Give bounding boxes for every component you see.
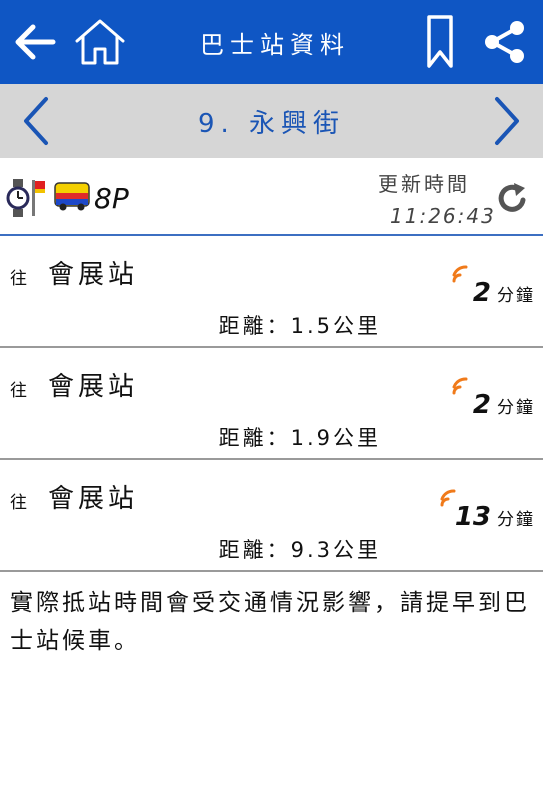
- back-button[interactable]: [6, 0, 62, 84]
- route-info: 8P 更新時間 11:26:43: [0, 158, 543, 236]
- back-arrow-icon: [15, 24, 56, 60]
- eta-unit: 分鐘: [497, 286, 535, 306]
- bookmark-button[interactable]: [418, 0, 462, 84]
- arrival-notice: 實際抵站時間會受交通情況影響，請提早到巴士站候車。: [10, 590, 530, 654]
- signal-icon: [452, 377, 468, 395]
- destination: 會展站: [48, 260, 139, 290]
- arrival-row: 往 會展站 13 分鐘 距離：9.3公里: [0, 460, 543, 572]
- bookmark-icon: [427, 15, 453, 68]
- home-icon: [75, 19, 125, 65]
- eta: 13 分鐘: [455, 502, 535, 532]
- next-stop-button[interactable]: [477, 84, 537, 158]
- home-button[interactable]: [70, 0, 130, 84]
- watch-icon: [6, 179, 30, 217]
- direction-label: 往: [10, 381, 27, 401]
- eta-minutes: 2: [472, 278, 491, 308]
- eta: 2 分鐘: [473, 390, 535, 420]
- update-time-label: 更新時間: [378, 172, 470, 196]
- destination: 會展站: [48, 372, 139, 402]
- eta-unit: 分鐘: [497, 398, 535, 418]
- distance: 距離：1.9公里: [218, 426, 381, 450]
- eta-minutes: 2: [472, 390, 491, 420]
- page-title: 巴士站資料: [200, 30, 350, 59]
- chevron-left-icon: [24, 97, 48, 145]
- eta-minutes: 13: [454, 502, 491, 532]
- arrival-row: 往 會展站 2 分鐘 距離：1.5公里: [0, 236, 543, 348]
- prev-stop-button[interactable]: [6, 84, 66, 158]
- distance: 距離：9.3公里: [218, 538, 381, 562]
- direction-label: 往: [10, 269, 27, 289]
- eta-unit: 分鐘: [497, 510, 535, 530]
- bus-icon: [54, 182, 90, 211]
- arrival-row: 往 會展站 2 分鐘 距離：1.9公里: [0, 348, 543, 460]
- stop-selector: 9. 永興街: [0, 84, 543, 158]
- signal-icon: [452, 265, 468, 283]
- destination: 會展站: [48, 484, 139, 514]
- share-button[interactable]: [476, 0, 532, 84]
- chevron-right-icon: [495, 97, 519, 145]
- bus-stop-flag-icon: [32, 180, 45, 216]
- refresh-button[interactable]: [494, 180, 530, 216]
- eta: 2 分鐘: [473, 278, 535, 308]
- share-icon: [485, 21, 524, 63]
- stop-name: 9. 永興街: [197, 108, 346, 139]
- distance: 距離：1.5公里: [218, 314, 381, 338]
- route-number: 8P: [94, 182, 129, 215]
- app-bar: 巴士站資料: [0, 0, 543, 84]
- update-time: 11:26:43: [390, 204, 496, 228]
- refresh-icon: [498, 183, 526, 212]
- direction-label: 往: [10, 493, 27, 513]
